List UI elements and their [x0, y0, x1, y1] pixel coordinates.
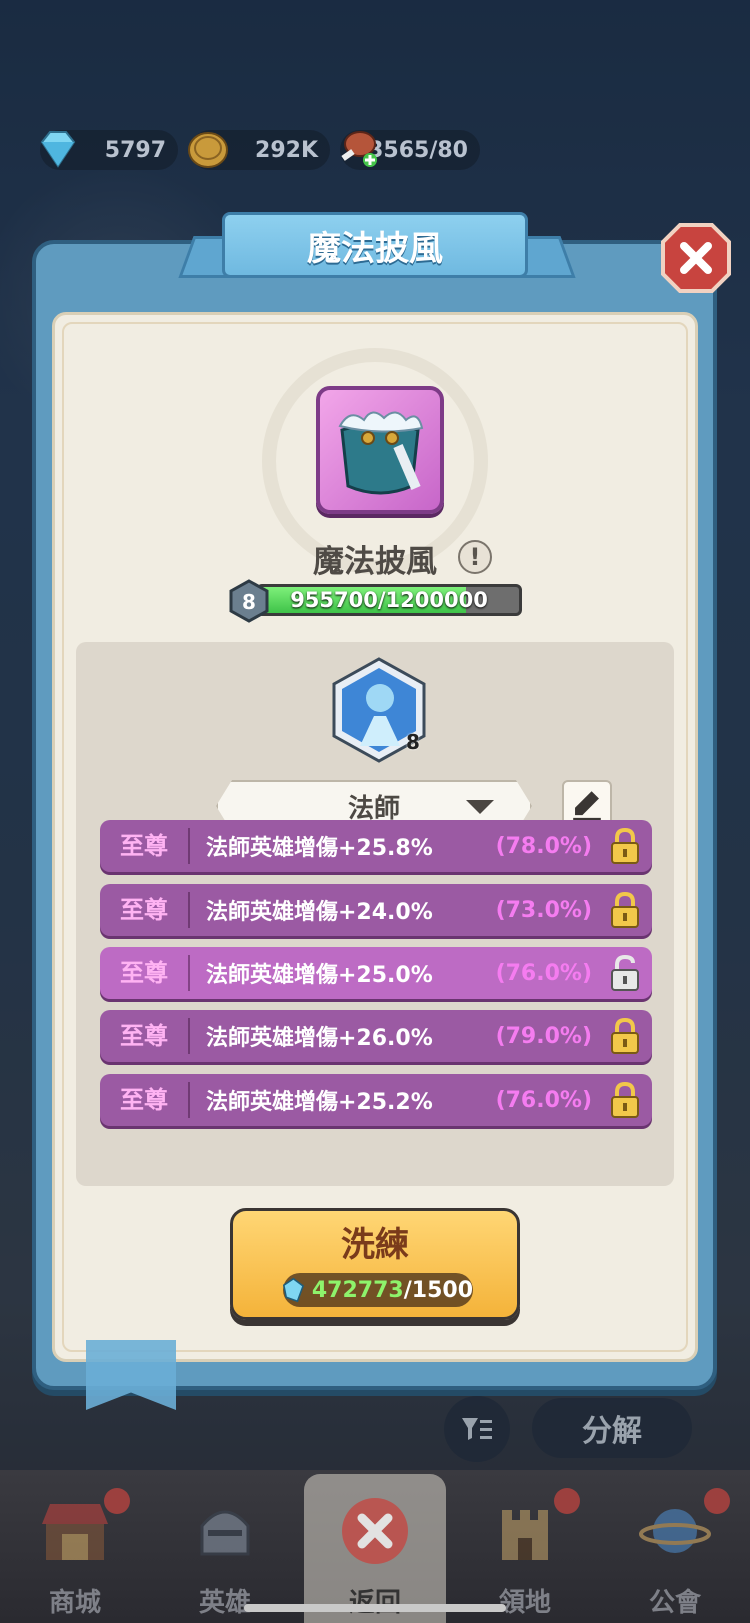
nav-territory[interactable]: 領地: [450, 1470, 600, 1623]
stat-tier: 至尊: [100, 1082, 190, 1118]
meat-icon: [341, 131, 377, 167]
decompose-button[interactable]: 分解: [532, 1398, 692, 1458]
item-name: 魔法披風: [313, 544, 437, 580]
stat-row: 至尊 法師英雄增傷+26.0% (79.0%): [100, 1010, 652, 1062]
coin-count: 292K: [255, 137, 318, 163]
shop-icon: [42, 1504, 108, 1560]
lock-closed-icon[interactable]: [608, 1017, 642, 1055]
exp-progress-bar: 955700/1200000: [256, 584, 522, 616]
decompose-label: 分解: [582, 1414, 642, 1449]
dialog-title: 魔法披風: [222, 212, 528, 278]
stat-tier: 至尊: [100, 1018, 190, 1054]
reroll-cost-need: /1500: [403, 1277, 473, 1303]
stat-percent: (78.0%): [495, 833, 592, 859]
stat-tier: 至尊: [100, 892, 190, 928]
pencil-icon: [573, 791, 601, 822]
stat-text: 法師英雄增傷+24.0%: [206, 900, 433, 925]
reroll-button[interactable]: 洗練 472773/1500: [230, 1208, 520, 1320]
stat-text: 法師英雄增傷+25.2%: [206, 1090, 433, 1115]
reroll-cost-have: 472773: [311, 1277, 404, 1303]
territory-notification-dot: [554, 1488, 580, 1514]
stat-row: 至尊 法師英雄增傷+25.0% (76.0%): [100, 947, 652, 999]
diamond-icon: [40, 131, 76, 168]
planet-icon: [639, 1509, 711, 1553]
stat-text: 法師英雄增傷+25.8%: [206, 836, 433, 861]
stat-tier: 至尊: [100, 828, 190, 864]
lock-closed-icon[interactable]: [608, 827, 642, 865]
helmet-icon: [200, 1510, 250, 1556]
nav-back-label: 返回: [348, 1588, 401, 1618]
filter-icon: [462, 1418, 492, 1440]
nav-heroes-label: 英雄: [198, 1588, 251, 1618]
filter-button[interactable]: [444, 1396, 510, 1462]
class-dropdown-value: 法師: [347, 793, 400, 824]
stat-row: 至尊 法師英雄增傷+25.2% (76.0%): [100, 1074, 652, 1126]
level-number: 8: [242, 590, 256, 614]
reroll-cost: 472773/1500: [283, 1273, 473, 1307]
nav-heroes[interactable]: 英雄: [150, 1470, 300, 1623]
close-button[interactable]: [660, 222, 732, 294]
lock-open-icon[interactable]: [608, 954, 642, 992]
stat-row: 至尊 法師英雄增傷+24.0% (73.0%): [100, 884, 652, 936]
level-badge: 8: [229, 579, 269, 623]
nav-guild-label: 公會: [648, 1588, 701, 1618]
nav-shop-label: 商城: [48, 1588, 101, 1618]
chevron-down-icon: [466, 800, 494, 814]
stat-percent: (76.0%): [495, 1087, 592, 1113]
castle-icon: [502, 1510, 548, 1560]
guild-notification-dot: [704, 1488, 730, 1514]
nav-shop[interactable]: 商城: [0, 1470, 150, 1623]
exp-progress-text: 955700/1200000: [290, 588, 488, 612]
item-icon-frame: [316, 386, 444, 514]
info-icon-glyph: !: [469, 543, 481, 571]
stat-percent: (76.0%): [495, 960, 592, 986]
nav-territory-label: 領地: [498, 1588, 551, 1618]
stat-percent: (73.0%): [495, 897, 592, 923]
lock-closed-icon[interactable]: [608, 891, 642, 929]
nav-back[interactable]: 返回: [300, 1470, 450, 1623]
stat-text: 法師英雄增傷+26.0%: [206, 1026, 433, 1051]
stat-percent: (79.0%): [495, 1023, 592, 1049]
stat-tier: 至尊: [100, 955, 190, 991]
coin-counter: 292K: [188, 130, 330, 170]
lock-closed-icon[interactable]: [608, 1081, 642, 1119]
info-icon[interactable]: !: [458, 540, 492, 574]
stat-row: 至尊 法師英雄增傷+25.8% (78.0%): [100, 820, 652, 872]
class-level: 8: [406, 730, 420, 754]
home-indicator: [244, 1604, 506, 1612]
gem-count: 5797: [104, 137, 166, 163]
nav-guild[interactable]: 公會: [600, 1470, 750, 1623]
coin-icon: [188, 132, 228, 168]
reroll-label: 洗練: [341, 1225, 409, 1265]
stamina-counter: 3565/80: [340, 130, 480, 170]
stat-text: 法師英雄增傷+25.0%: [206, 963, 433, 988]
dialog-title-text: 魔法披風: [307, 228, 443, 269]
stamina-count: 3565/80: [368, 137, 468, 163]
cape-icon: [338, 411, 424, 495]
close-circle-icon: [342, 1498, 408, 1564]
crystal-icon: [283, 1277, 304, 1303]
gem-counter: 5797: [40, 130, 178, 170]
shop-notification-dot: [104, 1488, 130, 1514]
